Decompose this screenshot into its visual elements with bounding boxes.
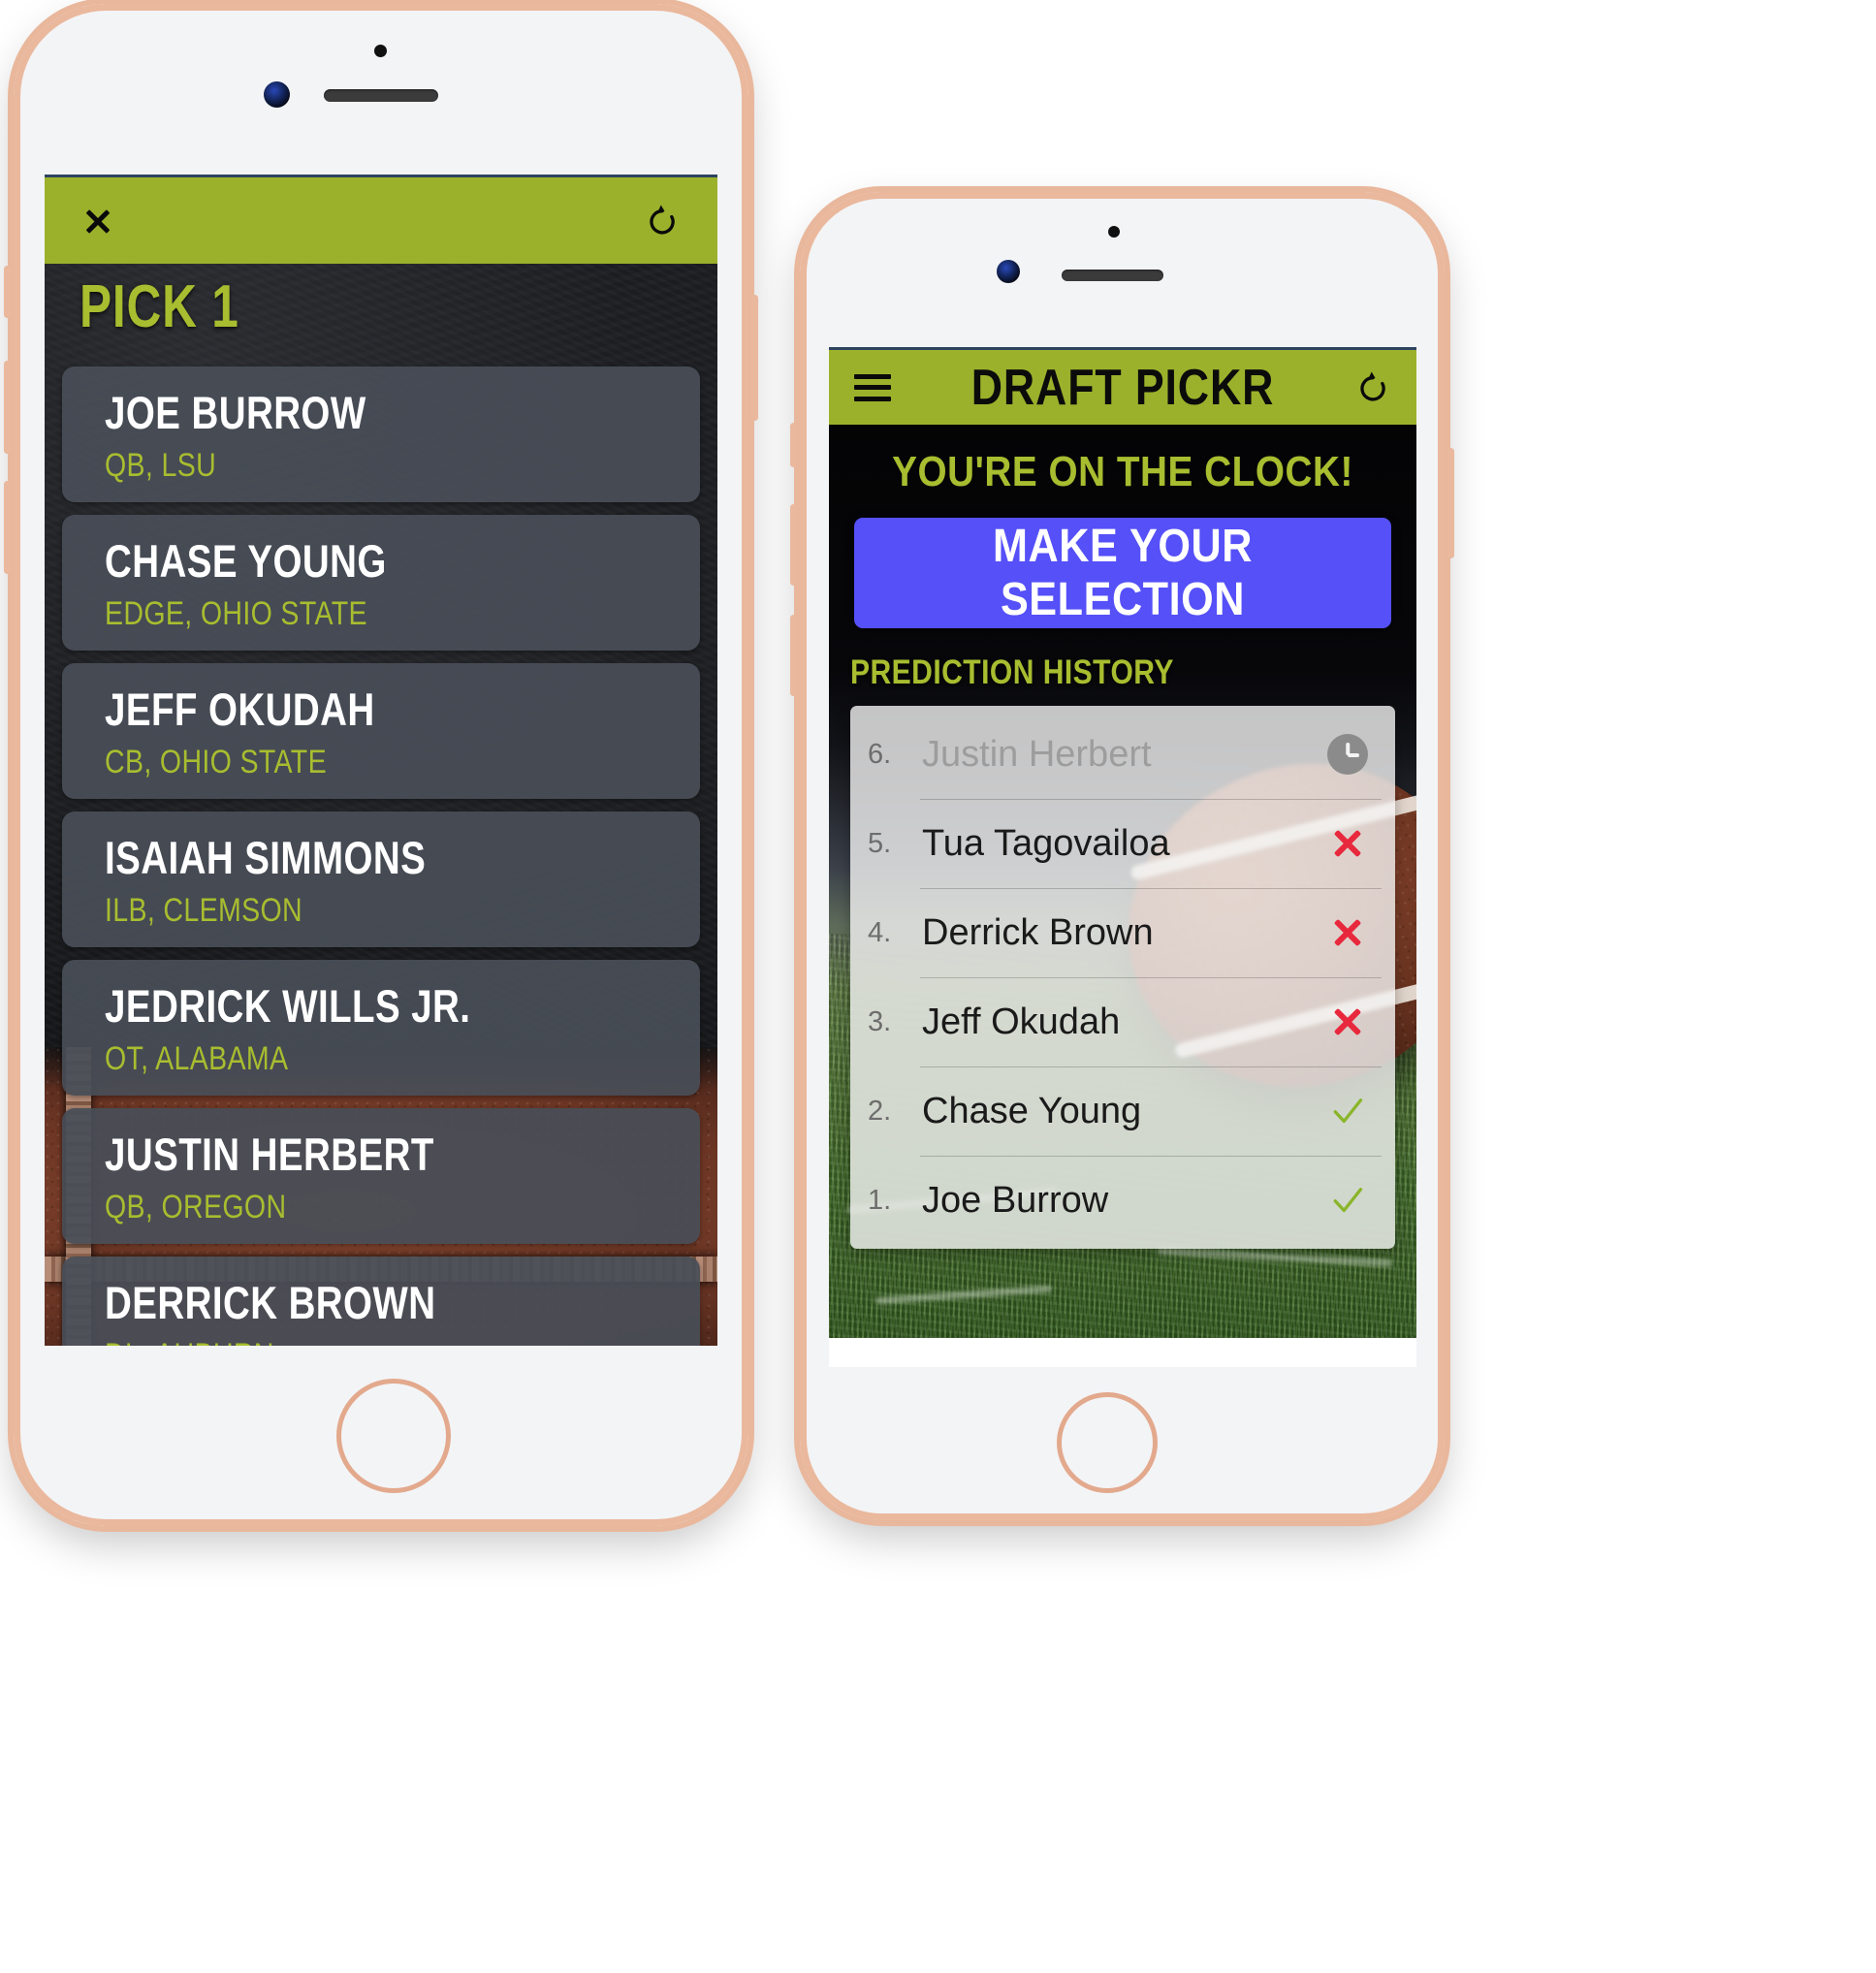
cross-icon — [1331, 827, 1364, 860]
player-card[interactable]: JEFF OKUDAH CB, OHIO STATE — [62, 663, 700, 799]
player-card[interactable]: DERRICK BROWN DL, AUBURN — [62, 1257, 700, 1346]
player-name: JEFF OKUDAH — [105, 684, 375, 735]
history-rank: 3. — [868, 1005, 892, 1037]
player-card[interactable]: CHASE YOUNG EDGE, OHIO STATE — [62, 515, 700, 651]
player-name: JOE BURROW — [105, 387, 366, 438]
history-player-name: Chase Young — [922, 1090, 1142, 1131]
history-row[interactable]: 5. Tua Tagovailoa — [850, 799, 1395, 888]
close-icon — [81, 205, 114, 238]
refresh-button[interactable] — [1354, 369, 1391, 406]
modal-header-bar — [45, 175, 717, 264]
close-button[interactable] — [81, 205, 114, 238]
player-name: JEDRICK WILLS JR. — [105, 980, 471, 1032]
mute-switch[interactable] — [4, 266, 11, 318]
history-row[interactable]: 3. Jeff Okudah — [850, 977, 1395, 1066]
mute-switch[interactable] — [790, 423, 797, 467]
clock-icon — [1327, 734, 1368, 775]
history-player-name: Derrick Brown — [922, 911, 1154, 953]
status-badge — [1325, 1183, 1370, 1218]
app-header-bar: DRAFT PICKR — [829, 347, 1416, 425]
player-name: CHASE YOUNG — [105, 535, 387, 587]
status-badge — [1325, 827, 1370, 860]
history-player-name: Tua Tagovailoa — [922, 822, 1170, 864]
history-row[interactable]: 6. Justin Herbert — [850, 710, 1395, 799]
cross-icon — [1331, 1005, 1364, 1038]
player-name: JUSTIN HERBERT — [105, 1129, 434, 1180]
power-button[interactable] — [1447, 448, 1454, 558]
app-content: YOU'RE ON THE CLOCK! MAKE YOUR SELECTION… — [829, 425, 1416, 1367]
player-meta: ILB, CLEMSON — [105, 891, 303, 929]
screenshot-stage: PICK 1 JOE BURROW QB, LSU CHASE YOUNG ED… — [0, 0, 1876, 1973]
player-name: ISAIAH SIMMONS — [105, 832, 427, 883]
check-icon — [1333, 1098, 1363, 1124]
history-player-name: Jeff Okudah — [922, 1001, 1121, 1042]
front-camera — [264, 81, 290, 108]
refresh-icon — [1360, 371, 1385, 400]
player-list: JOE BURROW QB, LSU CHASE YOUNG EDGE, OHI… — [62, 366, 700, 1346]
phone-device-left: PICK 1 JOE BURROW QB, LSU CHASE YOUNG ED… — [4, 4, 758, 1526]
phone-device-right: DRAFT PICKR YOU'RE ON THE CLOCK! MAKE YO… — [790, 192, 1454, 1520]
check-icon — [1333, 1188, 1363, 1213]
right-screen: DRAFT PICKR YOU'RE ON THE CLOCK! MAKE YO… — [829, 347, 1416, 1367]
history-rank: 5. — [868, 827, 892, 859]
status-badge — [1325, 734, 1370, 775]
player-meta: QB, OREGON — [105, 1188, 287, 1225]
player-card[interactable]: JOE BURROW QB, LSU — [62, 366, 700, 502]
history-row[interactable]: 2. Chase Young — [850, 1066, 1395, 1156]
proximity-sensor — [1108, 226, 1120, 238]
front-camera — [997, 260, 1020, 283]
proximity-sensor — [374, 45, 387, 57]
volume-down-button[interactable] — [790, 615, 797, 696]
volume-up-button[interactable] — [790, 504, 797, 586]
home-button[interactable] — [336, 1379, 451, 1493]
make-selection-button[interactable]: MAKE YOUR SELECTION — [854, 518, 1391, 628]
bottom-safe-area — [829, 1338, 1416, 1367]
make-selection-label: MAKE YOUR SELECTION — [992, 521, 1254, 625]
player-card[interactable]: JEDRICK WILLS JR. OT, ALABAMA — [62, 960, 700, 1096]
earpiece-speaker — [324, 89, 438, 102]
volume-up-button[interactable] — [4, 361, 11, 454]
volume-down-button[interactable] — [4, 481, 11, 574]
player-card[interactable]: JUSTIN HERBERT QB, OREGON — [62, 1108, 700, 1244]
player-meta: QB, LSU — [105, 446, 217, 484]
home-button[interactable] — [1057, 1392, 1158, 1493]
status-badge — [1325, 916, 1370, 949]
history-row[interactable]: 4. Derrick Brown — [850, 888, 1395, 977]
player-card[interactable]: ISAIAH SIMMONS ILB, CLEMSON — [62, 811, 700, 947]
history-player-name: Justin Herbert — [922, 733, 1152, 775]
menu-button[interactable] — [854, 373, 891, 401]
cross-icon — [1331, 916, 1364, 949]
prediction-history-list: 6. Justin Herbert 5. Tua Tagovailoa 4. D… — [850, 706, 1395, 1249]
refresh-icon — [650, 205, 675, 234]
player-meta: CB, OHIO STATE — [105, 743, 327, 780]
power-button[interactable] — [751, 295, 758, 421]
refresh-button[interactable] — [644, 203, 681, 239]
history-rank: 2. — [868, 1095, 892, 1127]
player-meta: OT, ALABAMA — [105, 1039, 289, 1077]
prediction-history-label: PREDICTION HISTORY — [850, 653, 1174, 691]
pick-title: PICK 1 — [79, 273, 239, 340]
hamburger-menu-icon — [854, 373, 891, 401]
on-the-clock-status: YOU'RE ON THE CLOCK! — [892, 448, 1353, 495]
history-player-name: Joe Burrow — [922, 1179, 1109, 1221]
player-meta: DL, AUBURN — [105, 1338, 605, 1346]
history-rank: 1. — [868, 1184, 892, 1216]
left-screen: PICK 1 JOE BURROW QB, LSU CHASE YOUNG ED… — [45, 175, 717, 1346]
player-meta: EDGE, OHIO STATE — [105, 594, 367, 632]
history-row[interactable]: 1. Joe Burrow — [850, 1156, 1395, 1245]
earpiece-speaker — [1062, 270, 1163, 281]
app-title: DRAFT PICKR — [970, 359, 1275, 416]
status-badge — [1325, 1005, 1370, 1038]
history-rank: 6. — [868, 738, 892, 770]
status-badge — [1325, 1094, 1370, 1129]
player-name: DERRICK BROWN — [105, 1277, 436, 1328]
history-rank: 4. — [868, 916, 892, 948]
